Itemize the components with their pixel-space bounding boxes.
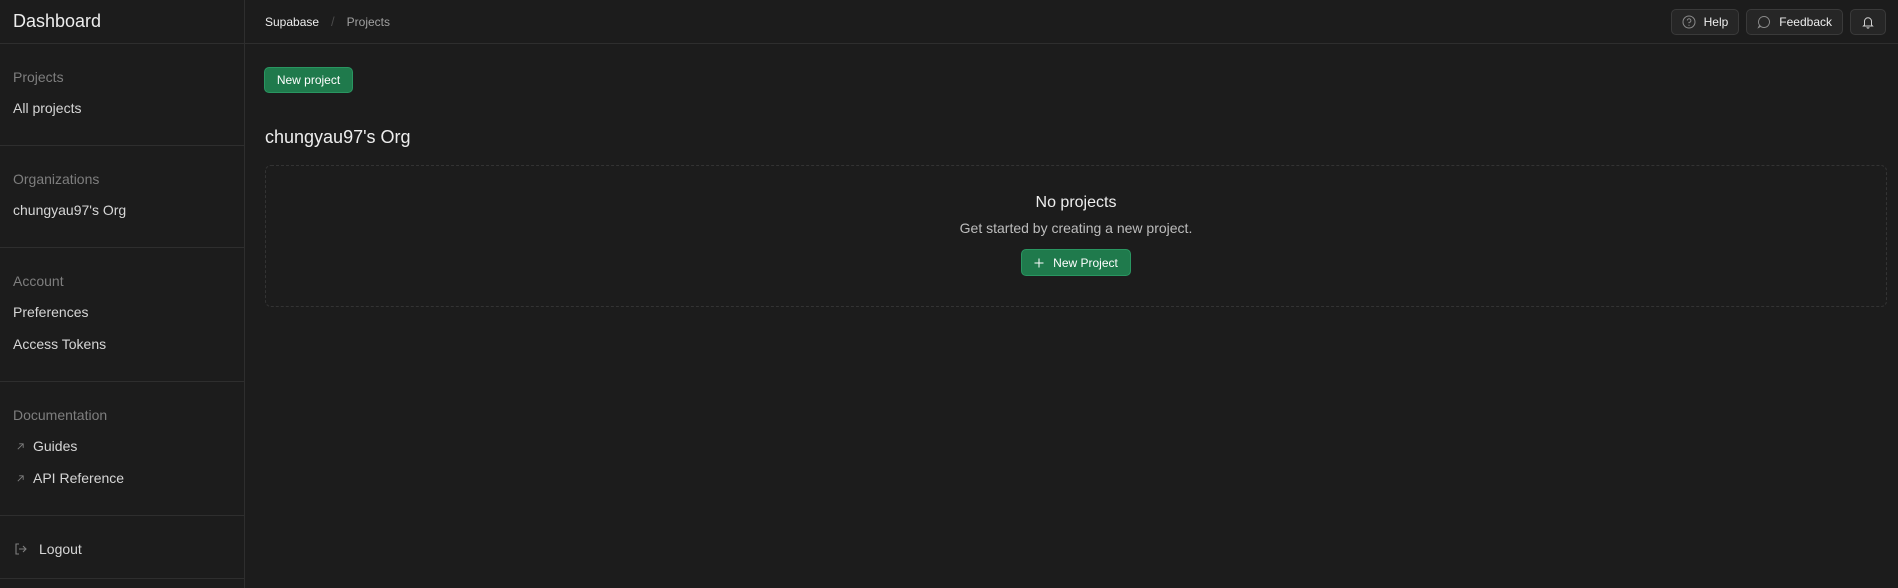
bell-icon bbox=[1861, 15, 1875, 29]
logout-label: Logout bbox=[39, 541, 82, 557]
new-project-button[interactable]: New project bbox=[264, 67, 353, 93]
arrow-up-right-icon bbox=[13, 439, 27, 453]
empty-state-button-label: New Project bbox=[1053, 255, 1118, 270]
top-bar: Supabase / Projects Help Feedback bbox=[245, 0, 1898, 44]
section-title-documentation: Documentation bbox=[13, 407, 108, 423]
sidebar-section-logout: Logout bbox=[0, 516, 244, 579]
section-title-organizations: Organizations bbox=[13, 171, 100, 187]
sidebar-item-access-tokens[interactable]: Access Tokens bbox=[13, 335, 231, 367]
feedback-label: Feedback bbox=[1779, 14, 1832, 29]
sidebar: Dashboard Projects All projects Organiza… bbox=[0, 0, 245, 588]
breadcrumb-projects[interactable]: Projects bbox=[347, 15, 390, 29]
help-label: Help bbox=[1703, 14, 1729, 29]
logout-button[interactable]: Logout bbox=[13, 540, 231, 558]
sidebar-section-projects: Projects All projects bbox=[0, 44, 244, 146]
section-title-projects: Projects bbox=[13, 69, 64, 85]
plus-icon bbox=[1034, 258, 1044, 268]
sidebar-item-label: Guides bbox=[33, 438, 78, 454]
arrow-up-right-icon bbox=[13, 471, 27, 485]
empty-state-new-project-button[interactable]: New Project bbox=[1021, 249, 1131, 276]
sidebar-item-api-reference[interactable]: API Reference bbox=[13, 469, 231, 501]
top-actions: Help Feedback bbox=[1670, 8, 1898, 35]
sidebar-item-label: API Reference bbox=[33, 470, 125, 486]
empty-state-description: Get started by creating a new project. bbox=[959, 220, 1193, 236]
sidebar-item-all-projects[interactable]: All projects bbox=[13, 99, 231, 131]
empty-state-title: No projects bbox=[1035, 194, 1117, 211]
sidebar-item-preferences[interactable]: Preferences bbox=[13, 303, 231, 335]
feedback-button[interactable]: Feedback bbox=[1746, 8, 1843, 35]
breadcrumb-supabase[interactable]: Supabase bbox=[265, 15, 319, 29]
log-out-icon bbox=[13, 541, 29, 557]
sidebar-section-account: Account Preferences Access Tokens bbox=[0, 248, 244, 382]
sidebar-item-guides[interactable]: Guides bbox=[13, 437, 231, 469]
help-circle-icon bbox=[1682, 15, 1696, 29]
sidebar-title: Dashboard bbox=[0, 0, 244, 44]
section-title-account: Account bbox=[13, 273, 64, 289]
sidebar-section-organizations: Organizations chungyau97's Org bbox=[0, 146, 244, 248]
org-title: chungyau97's Org bbox=[265, 127, 411, 147]
notifications-button[interactable] bbox=[1850, 8, 1886, 35]
message-circle-icon bbox=[1757, 15, 1771, 29]
sidebar-section-documentation: Documentation Guides API Reference bbox=[0, 382, 244, 516]
sidebar-item-org[interactable]: chungyau97's Org bbox=[13, 201, 231, 233]
help-button[interactable]: Help bbox=[1670, 8, 1740, 35]
breadcrumb-separator: / bbox=[331, 14, 335, 29]
empty-state-panel: No projects Get started by creating a ne… bbox=[265, 165, 1887, 307]
breadcrumb: Supabase / Projects bbox=[245, 14, 390, 29]
main-content: New project chungyau97's Org No projects… bbox=[245, 45, 1898, 588]
